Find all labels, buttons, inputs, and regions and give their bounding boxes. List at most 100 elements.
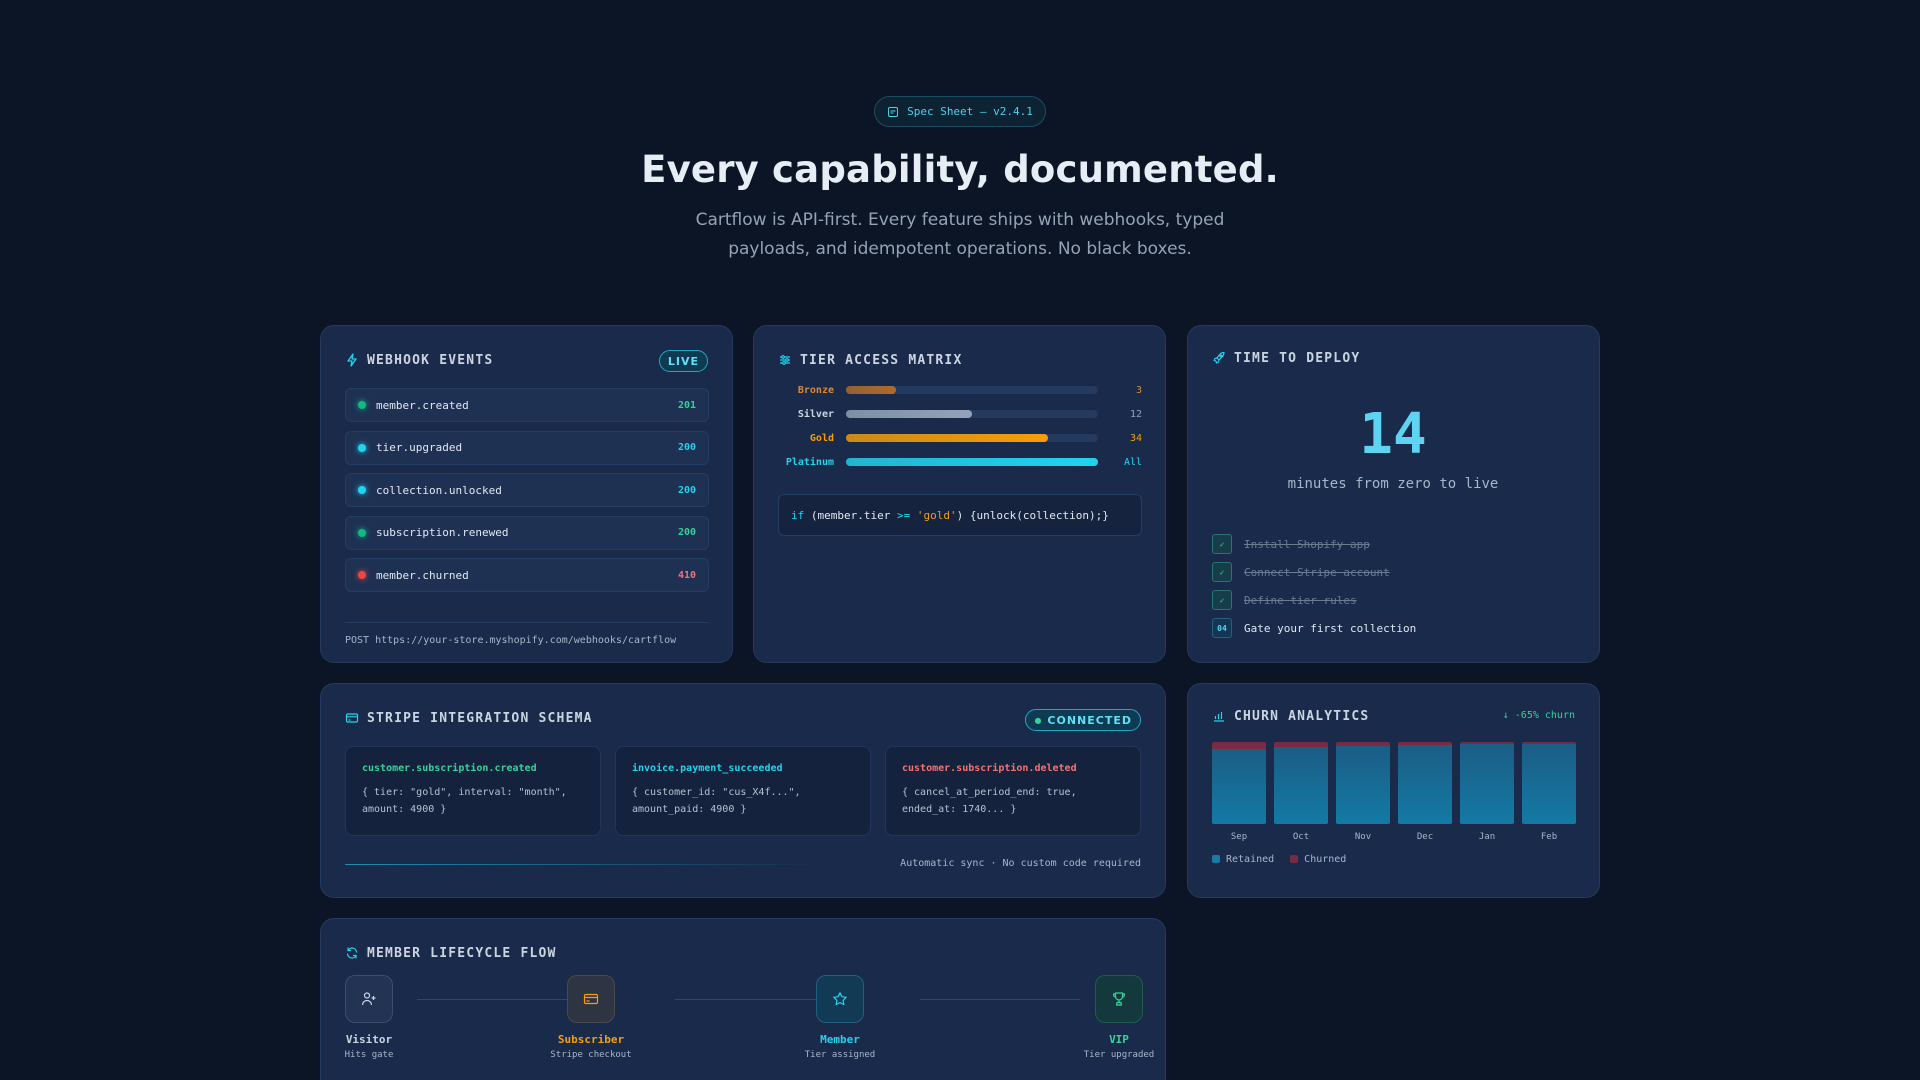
webhook-status-code: 410 [677, 569, 696, 581]
deploy-step[interactable]: ✓ Connect Stripe account [1212, 562, 1390, 582]
deploy-step-label: Connect Stripe account [1244, 565, 1390, 579]
connected-badge: ● CONNECTED [1025, 709, 1141, 731]
lifecycle-node-visitor[interactable]: Visitor Hits gate [309, 975, 429, 1060]
churned-bar [1336, 742, 1390, 747]
deploy-minutes-number: 14 [1359, 402, 1427, 467]
webhook-event-name: member.churned [376, 568, 469, 582]
sliders-icon [780, 355, 790, 365]
stripe-event-payload: { tier: "gold", interval: "month", amoun… [362, 787, 567, 815]
lifecycle-icon-box [816, 975, 864, 1023]
status-dot-icon [358, 443, 366, 452]
webhook-endpoint[interactable]: POST https://your-store.myshopify.com/we… [345, 622, 709, 646]
webhook-status-code: 200 [677, 442, 696, 453]
tier-collection-count: All [1123, 456, 1142, 468]
tier-label: Bronze [797, 384, 834, 396]
tier-bar-fill [846, 434, 1048, 442]
month-label: Sep [1230, 832, 1248, 842]
lightning-icon [347, 353, 357, 367]
webhook-event-row[interactable]: subscription.renewed 200 [345, 515, 709, 550]
churn-bar-feb [1522, 742, 1576, 824]
stripe-event-name: customer.subscription.created [362, 763, 537, 774]
tier-collection-count: 34 [1129, 432, 1142, 444]
trophy-icon [1112, 992, 1126, 1006]
month-label: Oct [1292, 832, 1310, 842]
lifecycle-title: MEMBER LIFECYCLE FLOW [345, 943, 557, 963]
live-badge: LIVE [658, 350, 708, 372]
checkbox-checked-icon: ✓ [1212, 534, 1232, 554]
time-to-deploy-card: TIME TO DEPLOY 14 minutes from zero to l… [1187, 325, 1600, 663]
lifecycle-node-subscriber[interactable]: Subscriber Stripe checkout [531, 975, 651, 1060]
webhook-status-code: 200 [677, 484, 696, 496]
rocket-icon [1213, 351, 1225, 364]
lifecycle-card: MEMBER LIFECYCLE FLOW Visitor Hits gate Su… [320, 918, 1166, 1080]
tier-access-title: TIER ACCESS MATRIX [778, 350, 962, 370]
stripe-event-card[interactable]: customer.subscription.deleted { cancel_at… [885, 746, 1141, 836]
lifecycle-stage-desc: Hits gate [344, 1050, 394, 1060]
user-plus-icon [361, 992, 376, 1006]
stripe-event-name: invoice.payment_succeeded [632, 763, 783, 774]
retained-bar [1212, 748, 1266, 824]
bar-chart-icon [1214, 712, 1224, 722]
page-title: Every capability, documented. [641, 148, 1279, 191]
lifecycle-node-member[interactable]: Member Tier assigned [780, 975, 900, 1060]
tier-bar-track [846, 386, 1098, 394]
churn-analytics-card: CHURN ANALYTICS ↓ -65% churn Sep Oct Nov De… [1187, 683, 1600, 898]
tier-label: Platinum [785, 456, 834, 468]
tier-bar-track [846, 458, 1098, 466]
lifecycle-icon-box [567, 975, 615, 1023]
lifecycle-icon-box [345, 975, 393, 1023]
tier-bar-track [846, 410, 1098, 418]
stripe-event-name: customer.subscription.deleted [902, 763, 1077, 774]
deploy-step-label: Gate your first collection [1244, 621, 1417, 635]
spec-sheet-pill[interactable]: Spec Sheet — v2.4.1 [874, 96, 1046, 127]
stripe-event-payload: { cancel_at_period_end: true, ended_at: … [902, 787, 1077, 815]
tier-bar-fill [846, 458, 1098, 466]
stripe-schema-title: STRIPE INTEGRATION SCHEMA [345, 708, 593, 728]
spec-sheet-label: Spec Sheet — v2.4.1 [907, 105, 1033, 118]
lifecycle-stage-name: Member [820, 1033, 860, 1046]
churned-bar [1274, 742, 1328, 747]
lifecycle-stage-name: VIP [1109, 1033, 1129, 1046]
webhook-events-title: WEBHOOK EVENTS [345, 350, 493, 370]
tier-bar-track [846, 434, 1098, 442]
legend-churned: Churned [1290, 854, 1346, 865]
lifecycle-node-vip[interactable]: VIP Tier upgraded [1059, 975, 1179, 1060]
tier-bar-fill [846, 410, 972, 418]
star-icon [833, 992, 847, 1006]
deploy-step[interactable]: ✓ Define tier rules [1212, 590, 1357, 610]
stripe-event-card[interactable]: invoice.payment_succeeded { customer_id: … [615, 746, 871, 836]
tier-rule-code: if (member.tier >= 'gold') {unlock(colle… [778, 494, 1142, 536]
churn-bar-sep [1212, 742, 1266, 824]
refresh-icon [346, 947, 358, 959]
webhook-event-name: tier.upgraded [376, 441, 463, 454]
lifecycle-stage-name: Subscriber [557, 1033, 625, 1046]
checkbox-checked-icon: ✓ [1212, 590, 1232, 610]
checkbox-checked-icon: ✓ [1212, 562, 1232, 582]
flow-connector [920, 999, 1080, 1000]
stripe-event-payload: { customer_id: "cus_X4f...", amount_paid… [632, 787, 801, 815]
tier-label: Silver [797, 408, 834, 420]
lifecycle-icon-box [1095, 975, 1143, 1023]
retained-bar [1336, 746, 1390, 824]
page-subtitle: Cartflow is API-first. Every feature shi… [695, 210, 1225, 259]
legend-retained: Retained [1212, 854, 1274, 865]
month-label: Jan [1478, 832, 1496, 842]
deploy-step[interactable]: 04 Gate your first collection [1212, 618, 1416, 638]
status-dot-icon [358, 528, 366, 537]
deploy-caption: minutes from zero to live [1287, 476, 1499, 492]
webhook-event-name: collection.unlocked [376, 483, 502, 497]
deploy-step[interactable]: ✓ Install Shopify app [1212, 534, 1370, 554]
month-label: Feb [1540, 832, 1558, 842]
tier-collection-count: 3 [1135, 384, 1142, 396]
webhook-event-row[interactable]: collection.unlocked 200 [345, 473, 709, 507]
stripe-schema-card: STRIPE INTEGRATION SCHEMA ● CONNECTED cu… [320, 683, 1166, 898]
tier-access-card: TIER ACCESS MATRIX Bronze 3 Silver 12 Gold 34… [753, 325, 1166, 663]
webhook-event-row[interactable]: member.created 201 [345, 388, 709, 422]
churn-legend: Retained Churned [1212, 854, 1346, 865]
lifecycle-stage-desc: Tier upgraded [1083, 1050, 1155, 1060]
tier-row: Gold 34 [778, 430, 1142, 446]
status-dot-icon [358, 571, 366, 579]
webhook-event-row[interactable]: tier.upgraded 200 [345, 430, 709, 465]
stripe-event-card[interactable]: customer.subscription.created { tier: "go… [345, 746, 601, 836]
webhook-event-row[interactable]: member.churned 410 [345, 558, 709, 592]
